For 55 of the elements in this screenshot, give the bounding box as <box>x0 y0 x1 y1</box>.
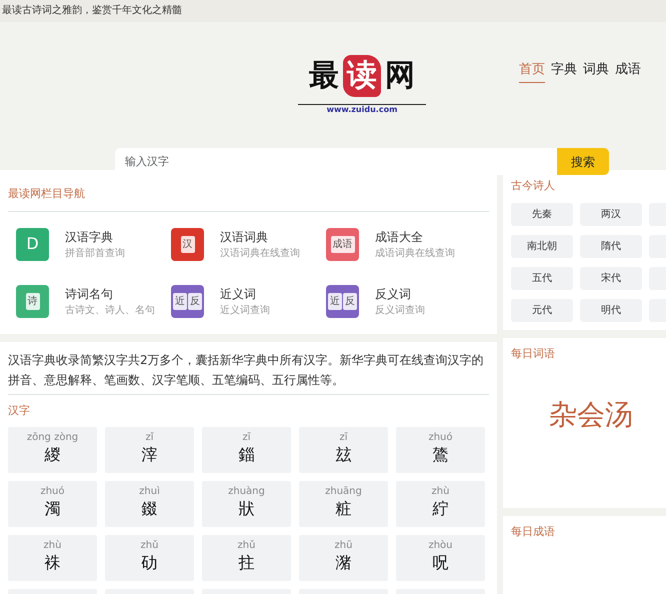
nav-item-subtitle: 近义词查询 <box>220 304 270 318</box>
tagline-text: 最读古诗词之雅韵，鉴赏千年文化之精髓 <box>0 0 666 22</box>
character-tile[interactable]: zhù 紵 <box>396 481 485 527</box>
era-button[interactable]: 先秦 <box>511 202 573 226</box>
nav-item-subtitle: 汉语词典在线查询 <box>220 246 300 260</box>
book-icon: 汉 <box>171 228 204 260</box>
era-button[interactable]: 宋代 <box>580 266 642 290</box>
nav-item-subtitle: 成语词典在线查询 <box>375 246 455 260</box>
nav-item-title[interactable]: 近义词 <box>220 284 270 302</box>
era-button[interactable]: 明代 <box>580 298 642 322</box>
nav-item-title[interactable]: 成语大全 <box>375 228 455 246</box>
book-icon: 诗 <box>16 284 49 318</box>
character-tile[interactable]: zhòu 呪 <box>396 535 485 581</box>
intro-paragraph: 汉语字典收录简繁汉字共2万多个，囊括新华字典中所有汉字。新华字典可在线查询汉字的拼音、意思解释、笔画数、汉字笔顺、五笔编码、五行属性等。 <box>8 350 489 394</box>
nav-link[interactable]: 成语 <box>615 60 641 82</box>
character-tile[interactable]: zhù 袾 <box>8 535 97 581</box>
book-icon: 近 反 <box>326 284 359 318</box>
character-tile[interactable]: zhū 潴 <box>299 535 388 581</box>
nav-item-subtitle: 拼音部首查询 <box>65 246 125 260</box>
nav-item-title[interactable]: 反义词 <box>375 284 425 302</box>
era-button[interactable]: 南北朝 <box>511 234 573 258</box>
character-tile[interactable]: zī 錙 <box>202 427 291 473</box>
search-field[interactable]: 输入汉字 <box>115 148 558 175</box>
nav-item-title[interactable]: 汉语字典 <box>65 228 125 246</box>
era-button[interactable]: 两汉 <box>580 202 642 226</box>
character-tile[interactable]: zhuó 濁 <box>8 481 97 527</box>
character-tile[interactable]: zǐ 滓 <box>105 427 194 473</box>
site-logo[interactable]: 最 读 网 www.zuidu.com <box>298 52 426 115</box>
character-tile[interactable]: zhuàng 狀 <box>202 481 291 527</box>
nav-item-title[interactable]: 诗词名句 <box>65 284 155 302</box>
section-title: 每日成语 <box>511 524 556 540</box>
character-tile[interactable]: zhǔ 劯 <box>105 535 194 581</box>
character-tile[interactable]: zī 玆 <box>299 427 388 473</box>
nav-item-subtitle: 古诗文、诗人、名句 <box>65 304 155 318</box>
nav-link[interactable]: 词典 <box>583 60 609 82</box>
section-title: 古今诗人 <box>511 178 556 194</box>
nav-link[interactable]: 字典 <box>551 60 577 82</box>
era-button[interactable]: 元代 <box>511 298 573 322</box>
character-tile[interactable]: zhǔ 拄 <box>202 535 291 581</box>
era-button[interactable]: 隋代 <box>580 234 642 258</box>
character-tile[interactable]: zhuì 錣 <box>105 481 194 527</box>
character-tile[interactable]: zhuāng 粧 <box>299 481 388 527</box>
book-icon: 成语 <box>326 228 359 260</box>
search-button[interactable]: 搜索 <box>557 148 609 175</box>
section-title: 汉字 <box>8 402 31 418</box>
book-icon: D <box>16 228 49 260</box>
book-icon: 近 反 <box>171 284 204 318</box>
character-tile[interactable]: zhuó 鷟 <box>396 427 485 473</box>
section-title: 每日词语 <box>511 346 556 362</box>
era-button[interactable]: 五代 <box>511 266 573 290</box>
character-tile[interactable]: zōng zòng 緵 <box>8 427 97 473</box>
section-title: 最读网栏目导航 <box>8 186 489 212</box>
nav-item-title[interactable]: 汉语词典 <box>220 228 300 246</box>
nav-item-subtitle: 反义词查询 <box>375 304 425 318</box>
daily-word[interactable]: 杂会汤 <box>511 386 666 436</box>
